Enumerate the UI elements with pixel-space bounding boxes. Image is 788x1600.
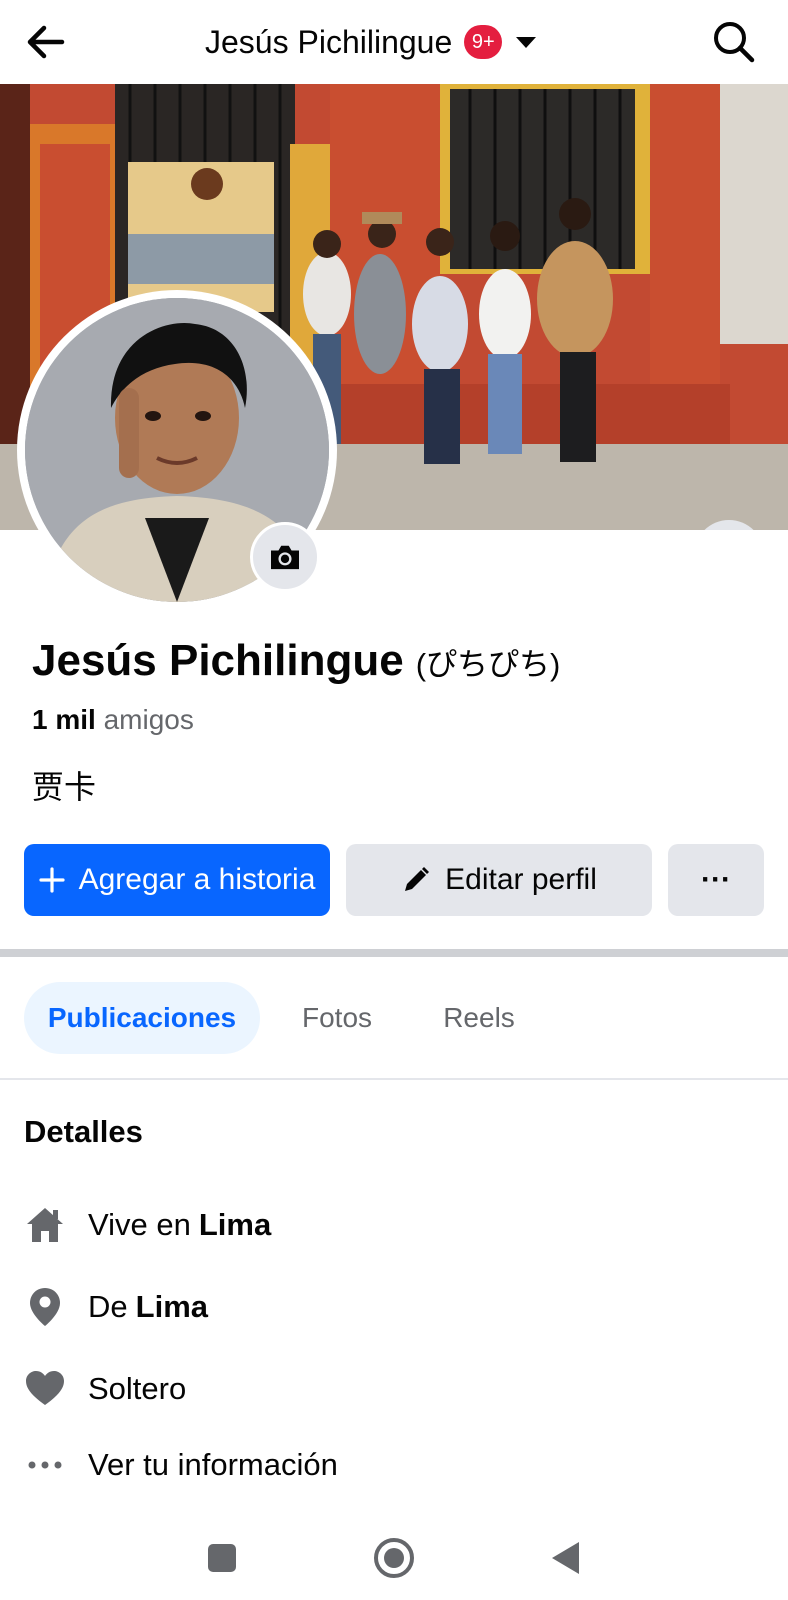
- system-back-button[interactable]: [538, 1530, 594, 1586]
- profile-name-row: Jesús Pichilingue (ぴちぴち): [32, 636, 560, 686]
- plus-icon: [38, 867, 65, 893]
- details-heading: Detalles: [24, 1114, 143, 1149]
- detail-relationship-text: Soltero: [88, 1371, 187, 1406]
- circle-icon: [374, 1538, 414, 1578]
- header-title: Jesús Pichilingue: [205, 23, 453, 60]
- triangle-back-icon: [552, 1542, 579, 1574]
- friends-label: amigos: [103, 704, 194, 735]
- arrow-left-icon: [27, 25, 65, 59]
- profile-alt-name: (ぴちぴち): [415, 647, 561, 682]
- more-options-button[interactable]: ···: [668, 844, 764, 916]
- tab-reels[interactable]: Reels: [424, 982, 534, 1054]
- tab-publicaciones[interactable]: Publicaciones: [24, 982, 260, 1054]
- back-button[interactable]: [22, 18, 70, 66]
- edit-profile-button[interactable]: Editar perfil: [346, 844, 652, 916]
- caret-down-icon: [516, 36, 537, 48]
- tabs-divider: [0, 1078, 788, 1080]
- detail-from-value[interactable]: Lima: [136, 1289, 208, 1325]
- see-info-label: Ver tu información: [88, 1447, 338, 1482]
- pencil-icon: [401, 865, 431, 895]
- more-dots-icon: [24, 1444, 66, 1486]
- home-button[interactable]: [366, 1530, 422, 1586]
- more-options-icon: ···: [701, 863, 731, 896]
- home-icon: [24, 1204, 66, 1246]
- tab-fotos[interactable]: Fotos: [282, 982, 392, 1054]
- notification-badge: 9+: [464, 25, 503, 59]
- profile-switcher[interactable]: Jesús Pichilingue 9+: [205, 20, 537, 64]
- square-icon: [208, 1544, 236, 1572]
- profile-tabs: Publicaciones Fotos Reels: [0, 982, 788, 1054]
- profile-name: Jesús Pichilingue: [32, 636, 404, 685]
- search-button[interactable]: [710, 18, 758, 66]
- detail-see-info[interactable]: Ver tu información: [24, 1440, 338, 1490]
- detail-lives-in-value[interactable]: Lima: [199, 1207, 271, 1243]
- search-icon: [714, 22, 755, 63]
- friends-number: 1 mil: [32, 704, 96, 735]
- detail-lives-in: Vive en Lima: [24, 1200, 271, 1250]
- change-profile-picture-button[interactable]: [250, 522, 320, 592]
- system-navigation-bar: [0, 1512, 788, 1600]
- detail-relationship: Soltero: [24, 1364, 186, 1414]
- detail-from: De Lima: [24, 1282, 208, 1332]
- detail-from-prefix: De: [88, 1289, 128, 1324]
- add-to-story-button[interactable]: Agregar a historia: [24, 844, 330, 916]
- detail-lives-in-prefix: Vive en: [88, 1207, 191, 1242]
- friends-count[interactable]: 1 mil amigos: [32, 704, 194, 736]
- section-divider: [0, 949, 788, 957]
- profile-bio: 贾卡: [32, 769, 97, 805]
- heart-icon: [24, 1368, 66, 1410]
- add-to-story-label: Agregar a historia: [78, 863, 316, 896]
- top-app-bar: Jesús Pichilingue 9+: [0, 0, 788, 85]
- edit-profile-label: Editar perfil: [445, 863, 597, 896]
- camera-icon: [271, 545, 299, 570]
- location-pin-icon: [24, 1286, 66, 1328]
- recent-apps-button[interactable]: [194, 1530, 250, 1586]
